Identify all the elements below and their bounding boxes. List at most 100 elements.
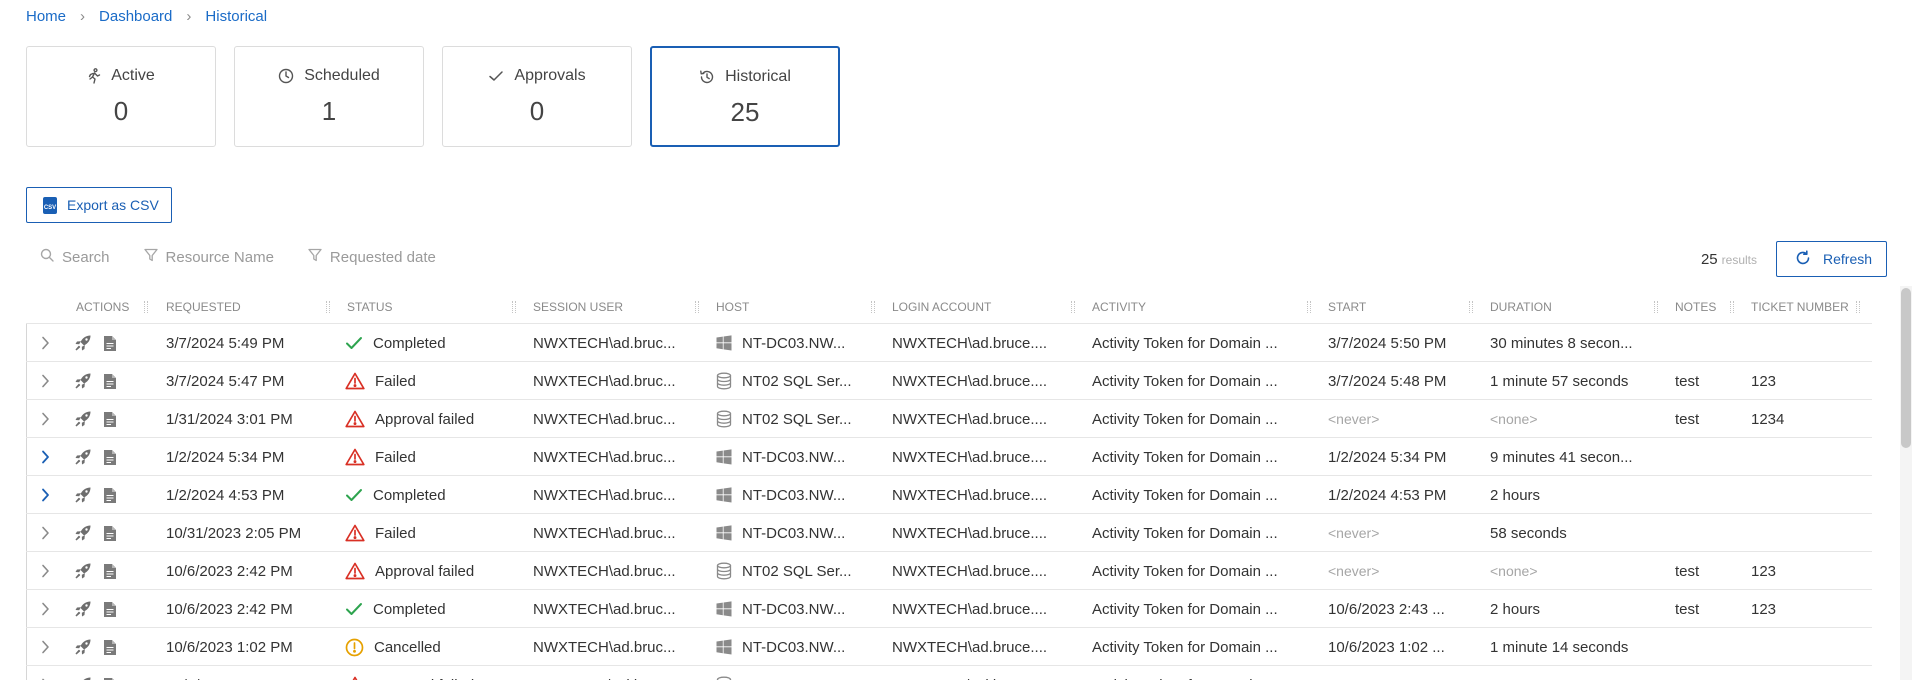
document-icon[interactable]	[103, 552, 117, 590]
expand-chevron-icon[interactable]	[41, 590, 50, 628]
col-login-account[interactable]: LOGIN ACCOUNT	[892, 290, 991, 324]
scrollbar-thumb[interactable]	[1901, 288, 1911, 448]
table-row[interactable]: 10/4/2023 12:45 PM Approval failed NWXTECH…	[26, 666, 1872, 680]
status-label: Failed	[375, 372, 416, 390]
warning-triangle-icon	[345, 372, 365, 390]
vertical-scrollbar[interactable]	[1900, 286, 1912, 680]
rocket-icon[interactable]	[74, 438, 92, 476]
rocket-icon[interactable]	[74, 362, 92, 400]
col-notes[interactable]: NOTES	[1675, 290, 1716, 324]
document-icon[interactable]	[103, 438, 117, 476]
ticket-number-cell: 123	[1751, 372, 1777, 390]
column-resize-handle[interactable]	[871, 301, 875, 313]
table-row[interactable]: 10/31/2023 2:05 PM Failed NWXTECH\ad.bruc.…	[26, 514, 1872, 552]
document-icon[interactable]	[103, 666, 117, 680]
expand-chevron-icon[interactable]	[41, 552, 50, 590]
card-active[interactable]: Active 0	[26, 46, 216, 147]
document-icon[interactable]	[103, 324, 117, 362]
expand-chevron-icon[interactable]	[41, 666, 50, 680]
column-resize-handle[interactable]	[512, 301, 516, 313]
rocket-icon[interactable]	[74, 324, 92, 362]
document-icon[interactable]	[103, 362, 117, 400]
results-label: results	[1721, 253, 1757, 267]
document-icon[interactable]	[103, 400, 117, 438]
table-row[interactable]: 1/2/2024 4:53 PM Completed NWXTECH\ad.bruc…	[26, 476, 1872, 514]
expand-chevron-icon[interactable]	[41, 400, 50, 438]
column-resize-handle[interactable]	[1071, 301, 1075, 313]
results-count: 25 results	[1701, 251, 1757, 268]
notes-cell: test	[1675, 372, 1700, 390]
expand-chevron-icon[interactable]	[41, 438, 50, 476]
database-icon	[716, 410, 732, 428]
card-scheduled[interactable]: Scheduled 1	[234, 46, 424, 147]
col-session-user[interactable]: SESSION USER	[533, 290, 623, 324]
column-resize-handle[interactable]	[326, 301, 330, 313]
status-cell: Cancelled	[345, 628, 441, 666]
host-cell: NT-DC03.NW...	[716, 514, 845, 552]
column-resize-handle[interactable]	[1469, 301, 1473, 313]
table-row[interactable]: 1/31/2024 3:01 PM Approval failed NWXTECH\…	[26, 400, 1872, 438]
activity-cell: Activity Token for Domain ...	[1092, 524, 1278, 542]
col-duration[interactable]: DURATION	[1490, 290, 1552, 324]
windows-icon	[716, 525, 732, 541]
column-resize-handle[interactable]	[1307, 301, 1311, 313]
card-approvals[interactable]: Approvals 0	[442, 46, 632, 147]
start-cell: <never>	[1328, 411, 1380, 427]
breadcrumb-historical[interactable]: Historical	[205, 8, 267, 25]
activity-cell: Activity Token for Domain ...	[1092, 638, 1278, 656]
requested-cell: 10/6/2023 2:42 PM	[166, 600, 293, 618]
col-status[interactable]: STATUS	[347, 290, 393, 324]
breadcrumb-dashboard[interactable]: Dashboard	[99, 8, 172, 25]
col-requested[interactable]: REQUESTED	[166, 290, 241, 324]
rocket-icon[interactable]	[74, 400, 92, 438]
table-row[interactable]: 3/7/2024 5:49 PM Completed NWXTECH\ad.bruc…	[26, 324, 1872, 362]
table-row[interactable]: 10/6/2023 1:02 PM Cancelled NWXTECH\ad.bru…	[26, 628, 1872, 666]
refresh-button[interactable]: Refresh	[1776, 241, 1887, 277]
col-actions[interactable]: ACTIONS	[76, 290, 129, 324]
rocket-icon[interactable]	[74, 514, 92, 552]
breadcrumb-home[interactable]: Home	[26, 8, 66, 25]
card-historical[interactable]: Historical 25	[650, 46, 840, 147]
column-resize-handle[interactable]	[144, 301, 148, 313]
table-row[interactable]: 10/6/2023 2:42 PM Completed NWXTECH\ad.bru…	[26, 590, 1872, 628]
rocket-icon[interactable]	[74, 590, 92, 628]
column-resize-handle[interactable]	[1654, 301, 1658, 313]
document-icon[interactable]	[103, 476, 117, 514]
summary-cards: Active 0 Scheduled 1 Approvals 0 Histori…	[26, 46, 840, 147]
rocket-icon[interactable]	[74, 628, 92, 666]
host-cell: NT-DC03.NW...	[716, 324, 845, 362]
login-account-cell: NWXTECH\ad.bruce....	[892, 410, 1048, 428]
col-ticket-number[interactable]: TICKET NUMBER	[1751, 290, 1849, 324]
column-resize-handle[interactable]	[695, 301, 699, 313]
search-input[interactable]: Search	[40, 248, 110, 266]
col-activity[interactable]: ACTIVITY	[1092, 290, 1146, 324]
expand-chevron-icon[interactable]	[41, 362, 50, 400]
document-icon[interactable]	[103, 628, 117, 666]
col-host[interactable]: HOST	[716, 290, 749, 324]
col-start[interactable]: START	[1328, 290, 1366, 324]
expand-chevron-icon[interactable]	[41, 514, 50, 552]
column-resize-handle[interactable]	[1856, 301, 1860, 313]
start-cell: 1/2/2024 5:34 PM	[1328, 448, 1447, 466]
export-csv-button[interactable]: CSV Export as CSV	[26, 187, 172, 223]
resource-name-filter[interactable]: Resource Name	[143, 248, 274, 266]
requested-cell: 3/7/2024 5:47 PM	[166, 372, 285, 390]
table-row[interactable]: 10/6/2023 2:42 PM Approval failed NWXTECH\…	[26, 552, 1872, 590]
expand-chevron-icon[interactable]	[41, 476, 50, 514]
csv-badge: CSV	[43, 204, 57, 211]
search-placeholder: Search	[62, 248, 110, 266]
table-row[interactable]: 1/2/2024 5:34 PM Failed NWXTECH\ad.bruc...…	[26, 438, 1872, 476]
expand-chevron-icon[interactable]	[41, 324, 50, 362]
status-label: Cancelled	[374, 638, 441, 656]
document-icon[interactable]	[103, 514, 117, 552]
table-row[interactable]: 3/7/2024 5:47 PM Failed NWXTECH\ad.bruc...…	[26, 362, 1872, 400]
requested-date-filter[interactable]: Requested date	[308, 248, 436, 266]
rocket-icon[interactable]	[74, 552, 92, 590]
table-header: ACTIONS REQUESTED STATUS SESSION USER HO…	[26, 290, 1872, 324]
expand-chevron-icon[interactable]	[41, 628, 50, 666]
requested-cell: 10/6/2023 2:42 PM	[166, 562, 293, 580]
document-icon[interactable]	[103, 590, 117, 628]
rocket-icon[interactable]	[74, 666, 92, 680]
column-resize-handle[interactable]	[1730, 301, 1734, 313]
rocket-icon[interactable]	[74, 476, 92, 514]
